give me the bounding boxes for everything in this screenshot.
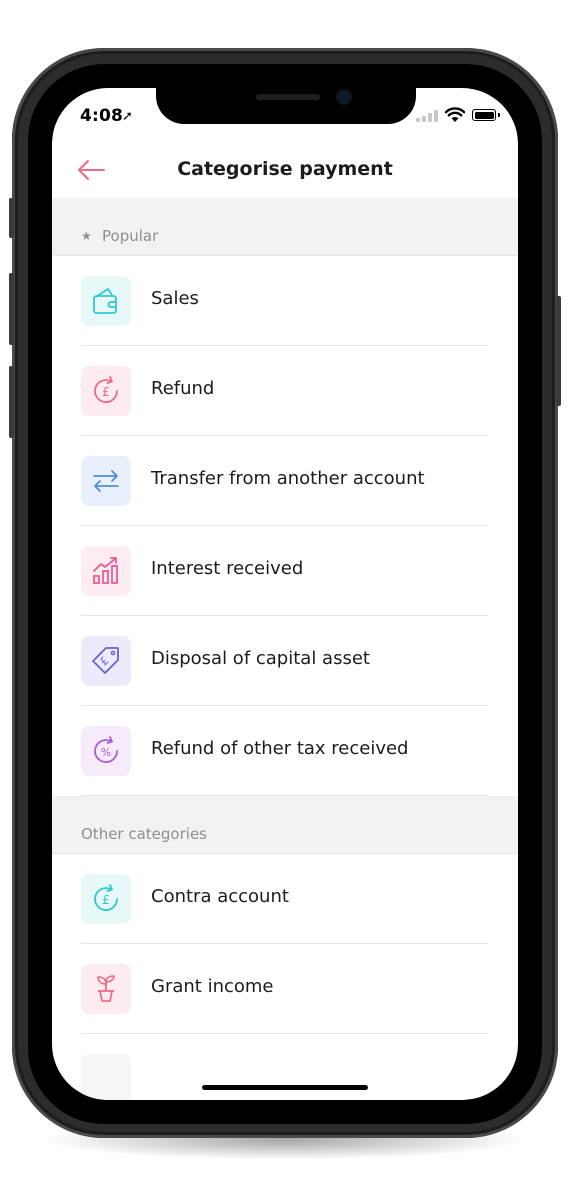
category-label: Refund of other tax received — [151, 738, 409, 759]
category-row-tax-refund[interactable]: % Refund of other tax received — [52, 706, 518, 796]
status-time: 4:08 — [80, 106, 124, 126]
category-label: Contra account — [151, 886, 289, 907]
pound-refund-icon: £ — [94, 376, 118, 403]
category-label: Disposal of capital asset — [151, 648, 370, 669]
silent-switch — [9, 198, 14, 238]
transfer-arrows-icon — [93, 470, 119, 492]
category-row-grant[interactable]: Grant income — [52, 944, 518, 1034]
category-label: Transfer from another account — [151, 468, 425, 489]
category-icon-tile — [81, 1054, 131, 1100]
nav-header: Categorise payment — [52, 146, 518, 198]
location-arrow-icon: ➚ — [122, 109, 133, 124]
category-row-interest[interactable]: Interest received — [52, 526, 518, 616]
svg-text:£: £ — [102, 893, 110, 907]
speaker-grille — [256, 94, 320, 100]
category-icon-tile — [81, 456, 131, 506]
category-row-transfer[interactable]: Transfer from another account — [52, 436, 518, 526]
volume-up-button — [9, 273, 14, 345]
category-icon-tile — [81, 546, 131, 596]
category-label: Refund — [151, 378, 215, 399]
category-label: Grant income — [151, 976, 274, 997]
category-icon-tile — [81, 964, 131, 1014]
growth-chart-icon — [93, 557, 118, 584]
wifi-icon — [445, 107, 465, 122]
category-label: Sales — [151, 288, 199, 309]
volume-down-button — [9, 366, 14, 438]
page-title: Categorise payment — [177, 158, 393, 180]
front-camera — [338, 91, 350, 103]
category-row-disposal[interactable]: £ Disposal of capital asset — [52, 616, 518, 706]
category-icon-tile: £ — [81, 874, 131, 924]
category-row-contra[interactable]: £ Contra account — [52, 854, 518, 944]
power-button — [556, 296, 561, 406]
category-icon-tile: % — [81, 726, 131, 776]
category-icon-tile: £ — [81, 636, 131, 686]
svg-text:%: % — [101, 746, 111, 759]
plant-pot-icon — [97, 975, 115, 1002]
pound-tag-icon: £ — [92, 647, 119, 674]
notch — [156, 88, 416, 124]
category-row-sales[interactable]: Sales — [52, 256, 518, 346]
phone-screen: 4:08 ➚ Categorise payment ★ Popular Sale… — [52, 88, 518, 1100]
pound-cycle-icon: £ — [94, 884, 118, 911]
category-icon-tile: £ — [81, 366, 131, 416]
home-indicator[interactable] — [202, 1085, 368, 1090]
category-label: Interest received — [151, 558, 304, 579]
section-label: Other categories — [81, 825, 207, 843]
category-row-refund[interactable]: £ Refund — [52, 346, 518, 436]
section-header-popular: ★ Popular — [52, 198, 518, 256]
section-label: Popular — [102, 227, 159, 245]
cellular-signal-icon — [416, 110, 438, 122]
star-icon: ★ — [81, 229, 92, 243]
wallet-icon — [93, 288, 117, 314]
category-row-partial[interactable] — [52, 1034, 518, 1100]
category-icon-tile — [81, 276, 131, 326]
section-header-other: Other categories — [52, 796, 518, 854]
percent-refund-icon: % — [94, 736, 118, 763]
svg-text:£: £ — [102, 385, 110, 399]
battery-icon — [472, 109, 500, 121]
